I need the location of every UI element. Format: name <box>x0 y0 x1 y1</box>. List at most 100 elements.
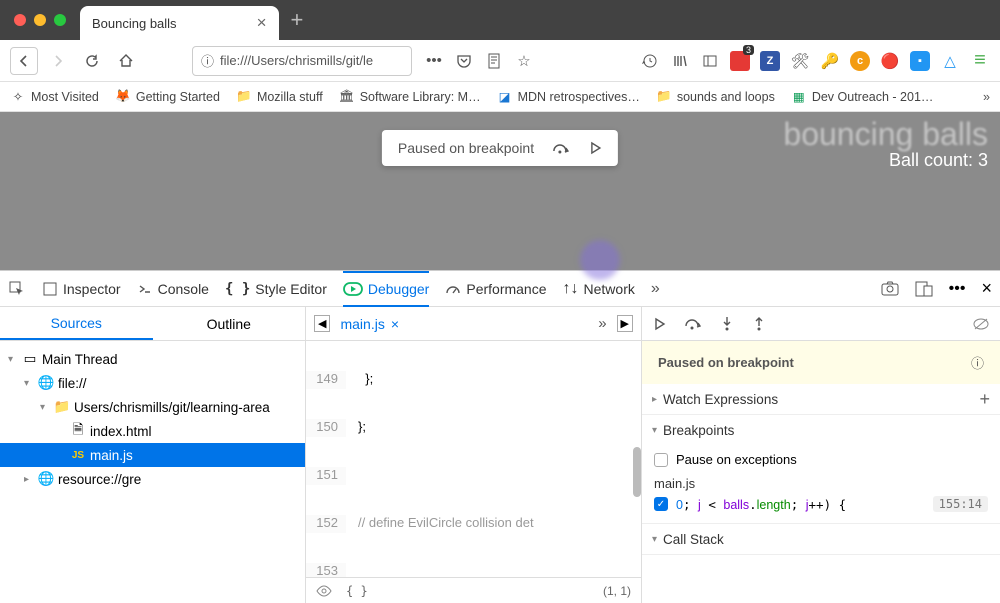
bookmark-item[interactable]: ▦Dev Outreach - 201… <box>791 89 934 105</box>
extension-dot-icon[interactable]: 🔴 <box>880 51 900 71</box>
devtools-tabs: Inspector Console { }Style Editor Debugg… <box>0 271 1000 307</box>
extension-z-icon[interactable]: Z <box>760 51 780 71</box>
watch-icon[interactable] <box>316 585 332 597</box>
devtools-menu-icon[interactable]: ••• <box>949 280 966 298</box>
more-icon[interactable]: ••• <box>424 51 444 71</box>
reload-button[interactable] <box>78 47 106 75</box>
tab-outline[interactable]: Outline <box>153 307 306 340</box>
extension-video-icon[interactable]: ▪ <box>910 51 930 71</box>
bookmarks-bar: ✧Most Visited 🦊Getting Started 📁Mozilla … <box>0 82 1000 112</box>
tab-performance[interactable]: Performance <box>445 271 546 307</box>
extension-c-icon[interactable]: c <box>850 51 870 71</box>
collapse-right-icon[interactable]: ▶ <box>617 315 633 332</box>
minimize-window-button[interactable] <box>34 14 46 26</box>
extension-triangle-icon[interactable]: △ <box>940 51 960 71</box>
close-window-button[interactable] <box>14 14 26 26</box>
resume-button[interactable] <box>652 317 666 331</box>
urlbar-actions: ••• ☆ <box>424 51 534 71</box>
sidebar-icon[interactable] <box>700 51 720 71</box>
folder-icon: 📁 <box>236 89 252 105</box>
menu-icon[interactable]: ≡ <box>970 51 990 71</box>
tab-style-editor[interactable]: { }Style Editor <box>225 271 327 307</box>
step-in-button[interactable] <box>720 316 734 332</box>
bookmark-item[interactable]: 🏛Software Library: M… <box>339 89 481 105</box>
breakpoints-header[interactable]: ▾Breakpoints <box>642 415 1000 445</box>
breakpoint-row[interactable]: ✓ 0; j < balls.length; j++) { 155:14 <box>642 493 1000 515</box>
page-content: Paused on breakpoint bouncing balls Ball… <box>0 112 1000 270</box>
collapse-left-icon[interactable]: ◀ <box>314 315 330 332</box>
window-titlebar: Bouncing balls × + <box>0 0 1000 40</box>
pause-on-exceptions-row[interactable]: Pause on exceptions <box>642 449 1000 470</box>
history-icon[interactable] <box>640 51 660 71</box>
thread-icon: ▭ <box>22 351 38 367</box>
devtools-panel: Inspector Console { }Style Editor Debugg… <box>0 270 1000 603</box>
responsive-icon[interactable] <box>915 281 933 297</box>
step-over-icon[interactable] <box>552 141 570 155</box>
debugger-right-pane: Paused on breakpoint ⓘ ▸Watch Expression… <box>642 307 1000 603</box>
maximize-window-button[interactable] <box>54 14 66 26</box>
browser-tab[interactable]: Bouncing balls × <box>80 6 279 40</box>
resume-icon[interactable] <box>588 141 602 155</box>
source-tree: ▾▭Main Thread ▾🌐file:// ▾📁Users/chrismil… <box>0 341 305 603</box>
watch-expressions-header[interactable]: ▸Watch Expressions+ <box>642 384 1000 414</box>
code-editor-pane: ◀ main.js× » ▶ 149 }; 150}; 151 152// de… <box>306 307 642 603</box>
debugger-controls <box>642 307 1000 341</box>
close-tab-icon[interactable]: × <box>257 13 267 33</box>
nav-toolbar: ⓘ file:///Users/chrismills/git/le ••• ☆ … <box>0 40 1000 82</box>
info-icon[interactable]: ⓘ <box>201 51 214 70</box>
checkbox-icon[interactable] <box>654 453 668 467</box>
bookmark-item[interactable]: ◪MDN retrospectives… <box>497 89 640 105</box>
editor-overflow-icon[interactable]: » <box>598 315 606 332</box>
disable-breakpoints-icon[interactable] <box>972 317 990 331</box>
element-picker-icon[interactable] <box>8 280 26 298</box>
url-bar[interactable]: ⓘ file:///Users/chrismills/git/le <box>192 46 412 76</box>
tab-overflow-icon[interactable]: » <box>651 280 660 298</box>
code-editor[interactable]: 149 }; 150}; 151 152// define EvilCircle… <box>306 341 641 577</box>
tree-domain[interactable]: ▸🌐resource://gre <box>0 467 305 491</box>
bookmark-item[interactable]: 📁Mozilla stuff <box>236 89 323 105</box>
folder-icon: 📁 <box>54 399 70 415</box>
back-button[interactable] <box>10 47 38 75</box>
checkbox-checked-icon[interactable]: ✓ <box>654 497 668 511</box>
file-icon: 🗎 <box>70 420 86 443</box>
home-button[interactable] <box>112 47 140 75</box>
bookmark-icon: ▦ <box>791 89 807 105</box>
ball-graphic <box>580 240 620 280</box>
extension-badge-icon[interactable] <box>730 51 750 71</box>
bookmark-item[interactable]: ✧Most Visited <box>10 89 99 105</box>
extension-tool-icon[interactable]: 🛠 <box>790 51 810 71</box>
screenshot-icon[interactable] <box>881 281 899 297</box>
info-icon[interactable]: ⓘ <box>971 353 984 372</box>
tab-inspector[interactable]: Inspector <box>42 271 121 307</box>
extension-key-icon[interactable]: 🔑 <box>820 51 840 71</box>
tab-debugger[interactable]: Debugger <box>343 271 430 307</box>
tree-thread[interactable]: ▾▭Main Thread <box>0 347 305 371</box>
tree-file[interactable]: 🗎index.html <box>0 419 305 443</box>
add-watch-icon[interactable]: + <box>979 389 990 410</box>
library-icon[interactable] <box>670 51 690 71</box>
editor-scrollbar[interactable] <box>633 447 641 497</box>
forward-button <box>44 47 72 75</box>
new-tab-button[interactable]: + <box>291 7 304 33</box>
tree-domain[interactable]: ▾🌐file:// <box>0 371 305 395</box>
page-heading: bouncing balls <box>783 116 988 153</box>
tab-console[interactable]: Console <box>137 271 209 307</box>
bookmark-item[interactable]: 📁sounds and loops <box>656 89 775 105</box>
close-devtools-icon[interactable]: × <box>981 278 992 299</box>
reader-icon[interactable] <box>484 51 504 71</box>
prettify-icon[interactable]: { } <box>346 584 368 598</box>
tree-file-active[interactable]: JSmain.js <box>0 443 305 467</box>
bookmark-star-icon[interactable]: ☆ <box>514 51 534 71</box>
url-text: file:///Users/chrismills/git/le <box>220 53 373 68</box>
step-over-button[interactable] <box>684 317 702 331</box>
tab-sources[interactable]: Sources <box>0 307 153 340</box>
editor-file-tab[interactable]: main.js× <box>340 316 399 332</box>
call-stack-header[interactable]: ▾Call Stack <box>642 524 1000 554</box>
close-file-icon[interactable]: × <box>391 316 399 332</box>
pocket-icon[interactable] <box>454 51 474 71</box>
bookmark-overflow-icon[interactable]: » <box>983 90 990 104</box>
step-out-button[interactable] <box>752 316 766 332</box>
breakpoint-location: 155:14 <box>933 496 988 512</box>
tree-folder[interactable]: ▾📁Users/chrismills/git/learning-area <box>0 395 305 419</box>
bookmark-item[interactable]: 🦊Getting Started <box>115 89 220 105</box>
